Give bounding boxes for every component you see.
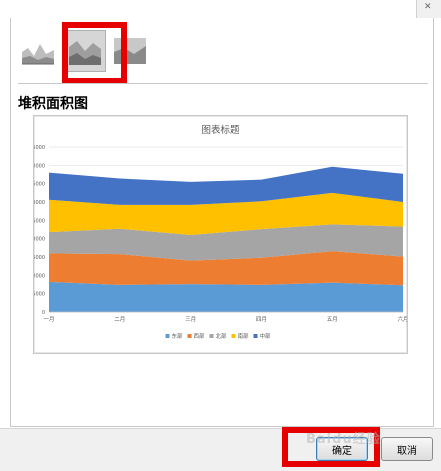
legend-label: 东部 <box>172 332 184 340</box>
legend-label: 中部 <box>260 332 272 340</box>
divider <box>18 83 428 84</box>
cancel-button[interactable]: 取消 <box>381 437 433 461</box>
area-series-1 <box>49 281 403 312</box>
legend-swatch <box>209 334 214 338</box>
x-tick-label: 四月 <box>256 316 267 323</box>
legend-swatch <box>187 334 192 338</box>
y-tick-label: 10000 <box>34 273 45 279</box>
y-tick-label: 20000 <box>34 237 45 243</box>
dialog-top-area <box>0 0 441 18</box>
legend-swatch <box>165 334 170 338</box>
legend-label: 南部 <box>238 332 250 340</box>
stacked-area-chart: 图表标题 0 5000 10000 15000 20000 25000 30000 35000 4… <box>34 124 407 340</box>
ok-highlight-box <box>282 427 380 467</box>
y-tick-label: 25000 <box>34 218 45 224</box>
area-chart-icon[interactable] <box>18 30 58 70</box>
x-tick-label: 六月 <box>397 315 407 323</box>
top-scroll-button[interactable]: ✕ <box>416 0 441 18</box>
x-tick-label: 三月 <box>185 316 196 323</box>
y-tick-label: 30000 <box>34 200 45 206</box>
y-tick-label: 45000 <box>34 145 45 151</box>
close-icon: ✕ <box>424 2 432 12</box>
legend-label: 北部 <box>216 332 228 340</box>
legend-label: 西部 <box>194 332 206 340</box>
legend-swatch <box>253 334 258 338</box>
x-tick-label: 二月 <box>114 316 125 323</box>
y-tick-label: 35000 <box>34 182 45 188</box>
chart-preview: 图表标题 0 5000 10000 15000 20000 25000 30000 35000 4… <box>33 115 408 354</box>
x-tick-label: 一月 <box>43 316 54 323</box>
y-tick-label: 5000 <box>34 292 45 298</box>
chart-type-label: 堆积面积图 <box>18 96 88 112</box>
y-tick-label: 15000 <box>34 255 45 261</box>
selection-highlight-box <box>62 22 127 84</box>
legend-swatch <box>231 334 236 338</box>
y-tick-label: 0 <box>42 310 45 316</box>
x-tick-label: 五月 <box>327 316 338 323</box>
y-tick-label: 40000 <box>34 163 45 169</box>
chart-title: 图表标题 <box>201 124 240 136</box>
